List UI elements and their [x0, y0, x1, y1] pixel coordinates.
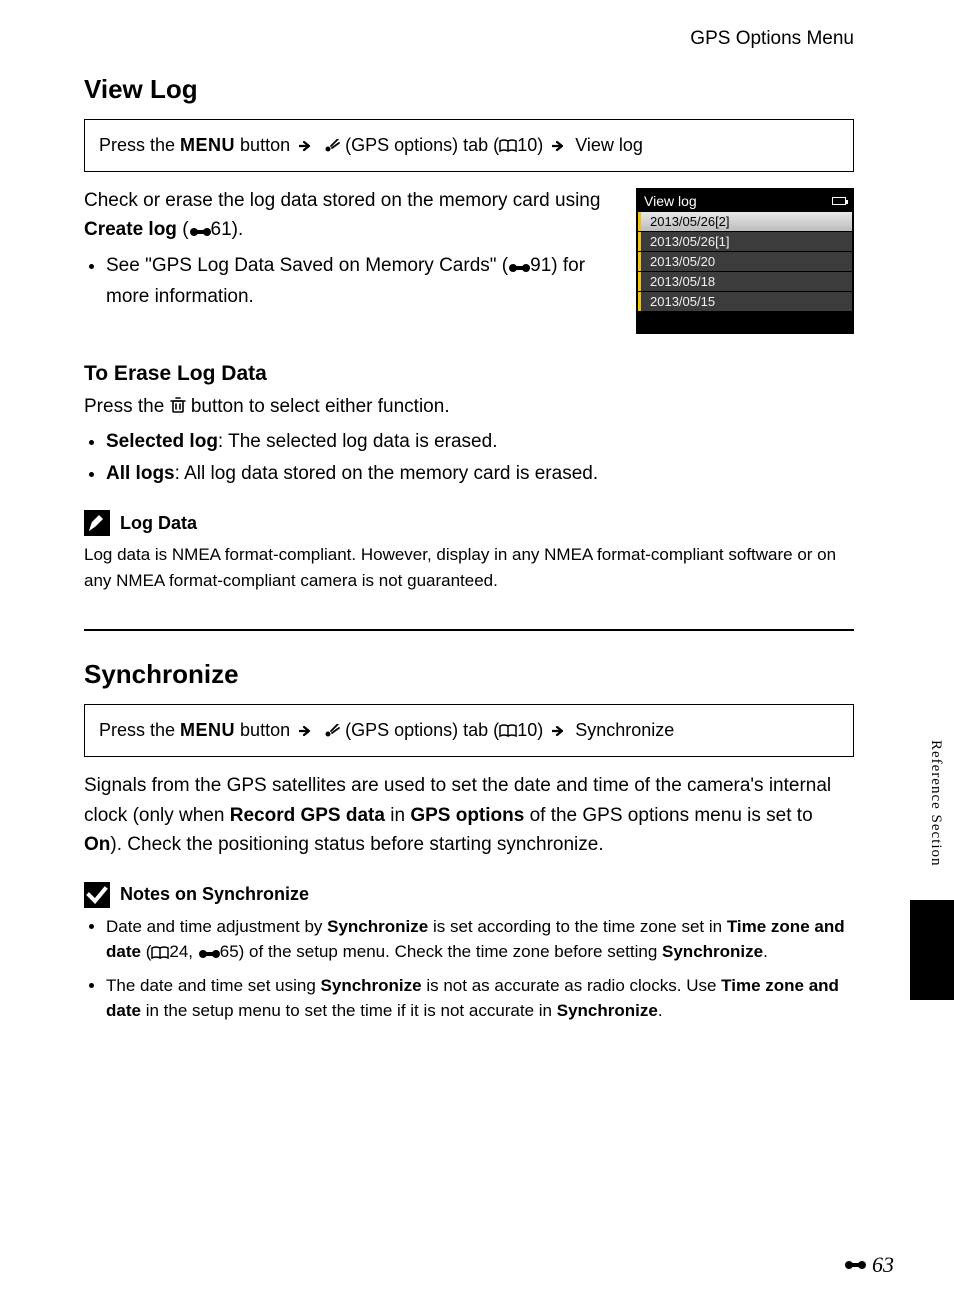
- text: is set according to the time zone set in: [428, 917, 727, 936]
- nav-word: button: [235, 720, 295, 740]
- nav-dest: Synchronize: [570, 720, 674, 740]
- arrow-right-icon: [299, 726, 313, 737]
- text: The date and time set using: [106, 976, 321, 995]
- note-body: Log data is NMEA format-compliant. Howev…: [84, 542, 854, 593]
- subsection-title-erase: To Erase Log Data: [84, 362, 854, 386]
- list-item: Date and time adjustment by Synchronize …: [106, 914, 854, 967]
- reference-icon: [844, 1252, 870, 1278]
- note-title: Log Data: [120, 513, 197, 534]
- reference-icon: [508, 253, 530, 282]
- text: .: [658, 1001, 663, 1020]
- view-log-intro: Check or erase the log data stored on th…: [84, 186, 616, 314]
- reference-icon: [189, 217, 211, 246]
- list-item: 2013/05/18: [638, 272, 852, 292]
- nav-word: button: [235, 135, 295, 155]
- section-title-view-log: View Log: [84, 74, 854, 105]
- section-divider: [84, 629, 854, 631]
- nav-path-synchronize: Press the MENU button (GPS options) tab …: [84, 704, 854, 757]
- list-item: 2013/05/15: [638, 292, 852, 312]
- list-item: See "GPS Log Data Saved on Memory Cards"…: [106, 251, 616, 312]
- text-bold: On: [84, 834, 110, 855]
- text-bold: Synchronize: [557, 1001, 658, 1020]
- text: of the GPS options menu is set to: [524, 805, 812, 826]
- text: ). Check the positioning status before s…: [110, 834, 603, 855]
- text-bold: All logs: [106, 463, 175, 484]
- nav-gps-tab: (GPS options) tab (: [340, 135, 499, 155]
- list-item: All logs: All log data stored on the mem…: [106, 459, 854, 488]
- text-bold: Synchronize: [321, 976, 422, 995]
- text-bold: GPS options: [410, 805, 524, 826]
- ref-num: 61: [211, 219, 232, 240]
- nav-prefix: Press the: [99, 135, 180, 155]
- nav-path-view-log: Press the MENU button (GPS options) tab …: [84, 119, 854, 172]
- text: in: [385, 805, 410, 826]
- ref-num: 91: [530, 255, 551, 276]
- camera-screenshot: View log 2013/05/26[2] 2013/05/26[1] 201…: [636, 188, 854, 334]
- text: ).: [232, 219, 244, 240]
- arrow-right-icon: [552, 726, 566, 737]
- text: Date and time adjustment by: [106, 917, 327, 936]
- page-content: GPS Options Menu View Log Press the MENU…: [84, 28, 854, 1030]
- text: button to select either function.: [186, 396, 450, 417]
- menu-label: MENU: [180, 720, 235, 740]
- gps-satellite-icon: [322, 719, 340, 746]
- note-title: Notes on Synchronize: [120, 884, 309, 905]
- gps-satellite-icon: [322, 134, 340, 161]
- nav-page-ref: 10: [517, 135, 537, 155]
- note-header-sync: Notes on Synchronize: [84, 882, 854, 908]
- book-icon: [499, 719, 517, 746]
- reference-icon: [198, 941, 220, 967]
- trash-icon: [170, 394, 186, 423]
- text: See "GPS Log Data Saved on Memory Cards"…: [106, 255, 508, 276]
- arrow-right-icon: [299, 141, 313, 152]
- arrow-right-icon: [552, 141, 566, 152]
- erase-intro: Press the button to select either functi…: [84, 392, 854, 423]
- side-tab-label: Reference Section: [927, 740, 944, 867]
- nav-close: ): [537, 135, 548, 155]
- side-tab-marker: [910, 900, 954, 1000]
- list-item: 2013/05/26[1]: [638, 232, 852, 252]
- text: is not as accurate as radio clocks. Use: [422, 976, 722, 995]
- page-number: 63: [844, 1252, 894, 1278]
- text: (: [141, 942, 151, 961]
- text: Check or erase the log data stored on th…: [84, 190, 600, 211]
- check-note-icon: [84, 882, 110, 908]
- text-bold: Selected log: [106, 431, 218, 452]
- book-icon: [151, 941, 169, 967]
- list-item: 2013/05/26[2]: [638, 212, 852, 232]
- ref-num: 65: [220, 942, 239, 961]
- pencil-note-icon: [84, 510, 110, 536]
- sync-body: Signals from the GPS satellites are used…: [84, 771, 854, 859]
- book-icon: [499, 134, 517, 161]
- section-title-synchronize: Synchronize: [84, 659, 854, 690]
- text: : The selected log data is erased.: [218, 431, 498, 452]
- text-bold: Create log: [84, 219, 177, 240]
- text: ) of the setup menu. Check the time zone…: [239, 942, 662, 961]
- nav-page-ref: 10: [517, 720, 537, 740]
- text-bold: Synchronize: [327, 917, 428, 936]
- text: ,: [188, 942, 197, 961]
- nav-close: ): [537, 720, 548, 740]
- text: (: [177, 219, 189, 240]
- nav-gps-tab: (GPS options) tab (: [340, 720, 499, 740]
- text-bold: Record GPS data: [230, 805, 385, 826]
- text: .: [763, 942, 768, 961]
- battery-icon: [832, 197, 846, 205]
- screenshot-list: 2013/05/26[2] 2013/05/26[1] 2013/05/20 2…: [638, 212, 852, 312]
- nav-prefix: Press the: [99, 720, 180, 740]
- list-item: 2013/05/20: [638, 252, 852, 272]
- text-bold: Synchronize: [662, 942, 763, 961]
- page-header: GPS Options Menu: [84, 28, 854, 50]
- text: : All log data stored on the memory card…: [175, 463, 599, 484]
- text: Press the: [84, 396, 170, 417]
- list-item: The date and time set using Synchronize …: [106, 973, 854, 1024]
- screenshot-title: View log: [644, 193, 697, 209]
- page-number-value: 63: [872, 1252, 894, 1278]
- ref-num: 24: [169, 942, 188, 961]
- text: in the setup menu to set the time if it …: [141, 1001, 557, 1020]
- note-header-log-data: Log Data: [84, 510, 854, 536]
- menu-label: MENU: [180, 135, 235, 155]
- list-item: Selected log: The selected log data is e…: [106, 427, 854, 456]
- nav-dest: View log: [570, 135, 643, 155]
